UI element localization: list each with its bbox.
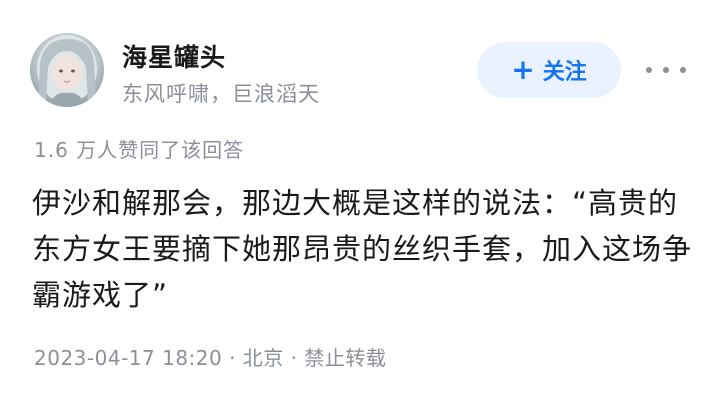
answer-content[interactable]: 伊沙和解那会，那边大概是这样的说法：“高贵的东方女王要摘下她那昂贵的丝织手套，加… xyxy=(32,180,692,318)
dot xyxy=(680,67,686,73)
dot xyxy=(646,67,652,73)
author-bio: 东风呼啸，巨浪滔天 xyxy=(122,82,320,106)
upvote-count: 1.6 万人赞同了该回答 xyxy=(34,138,245,162)
answer-meta: 2023-04-17 18:20 · 北京 · 禁止转载 xyxy=(34,346,387,370)
answer-card: 海星罐头 东风呼啸，巨浪滔天 + 关注 1.6 万人赞同了该回答 伊沙和解那会，… xyxy=(0,0,720,405)
avatar[interactable] xyxy=(30,33,104,107)
follow-button[interactable]: + 关注 xyxy=(477,42,621,98)
more-dots-icon[interactable] xyxy=(646,60,686,80)
follow-button-label: 关注 xyxy=(542,60,587,85)
dot xyxy=(663,67,669,73)
plus-icon: + xyxy=(511,53,535,86)
avatar-image xyxy=(37,35,97,107)
author-name[interactable]: 海星罐头 xyxy=(122,38,226,74)
